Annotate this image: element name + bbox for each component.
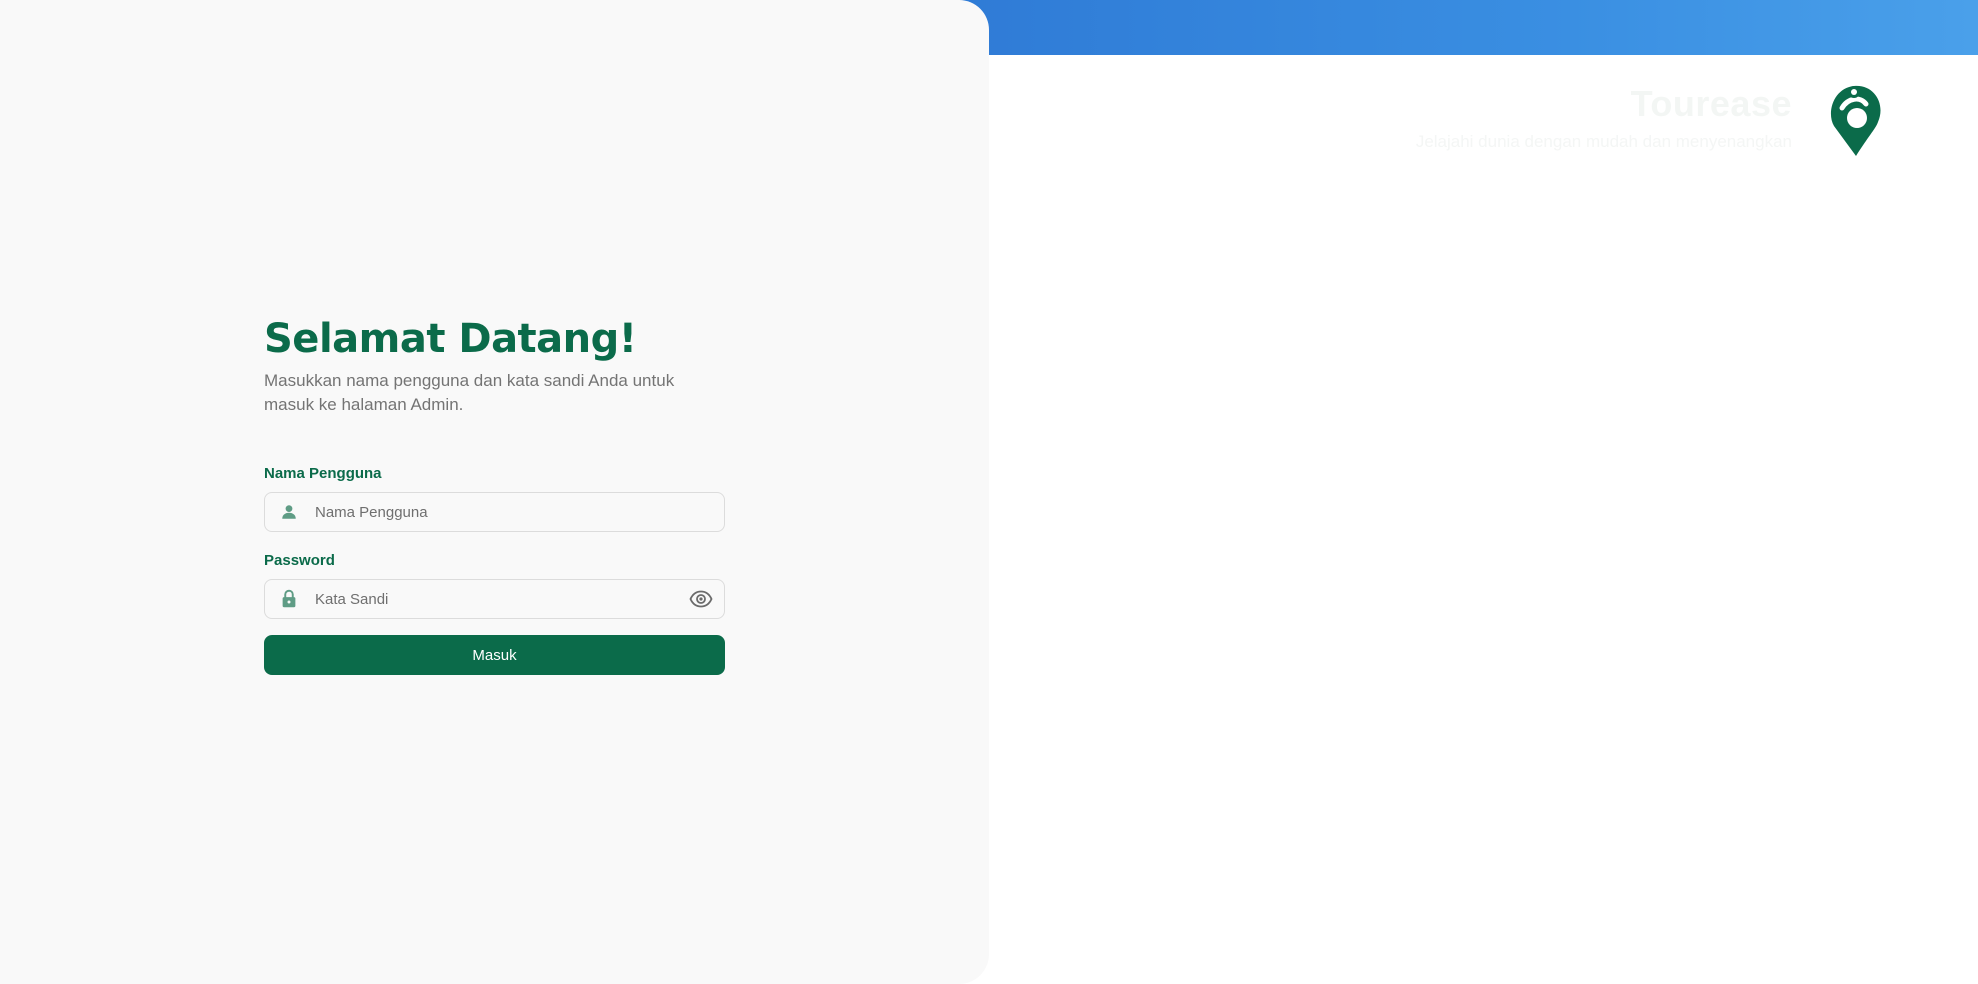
password-label: Password bbox=[264, 552, 335, 569]
brand-tagline: Jelajahi dunia dengan mudah dan menyenan… bbox=[1415, 131, 1792, 151]
username-input[interactable] bbox=[313, 493, 724, 531]
header-gradient-band bbox=[960, 0, 1978, 55]
login-submit-button[interactable]: Masuk bbox=[264, 635, 725, 675]
username-label: Nama Pengguna bbox=[264, 465, 382, 482]
brand-name: Tourease bbox=[1630, 83, 1792, 124]
page-subtitle: Masukkan nama pengguna dan kata sandi An… bbox=[264, 371, 675, 414]
password-field[interactable] bbox=[264, 579, 725, 619]
username-field[interactable] bbox=[264, 492, 725, 532]
login-panel: Selamat Datang! Masukkan nama pengguna d… bbox=[0, 0, 989, 984]
location-pin-logo-icon bbox=[1830, 85, 1881, 156]
password-input[interactable] bbox=[313, 580, 689, 618]
eye-icon[interactable] bbox=[689, 587, 713, 611]
login-form: Selamat Datang! Masukkan nama pengguna d… bbox=[264, 313, 726, 675]
page-title: Selamat Datang! bbox=[264, 316, 637, 362]
lock-icon bbox=[279, 589, 299, 609]
user-icon bbox=[279, 502, 299, 522]
brand-block: Tourease Jelajahi dunia dengan mudah dan… bbox=[1416, 84, 1792, 152]
